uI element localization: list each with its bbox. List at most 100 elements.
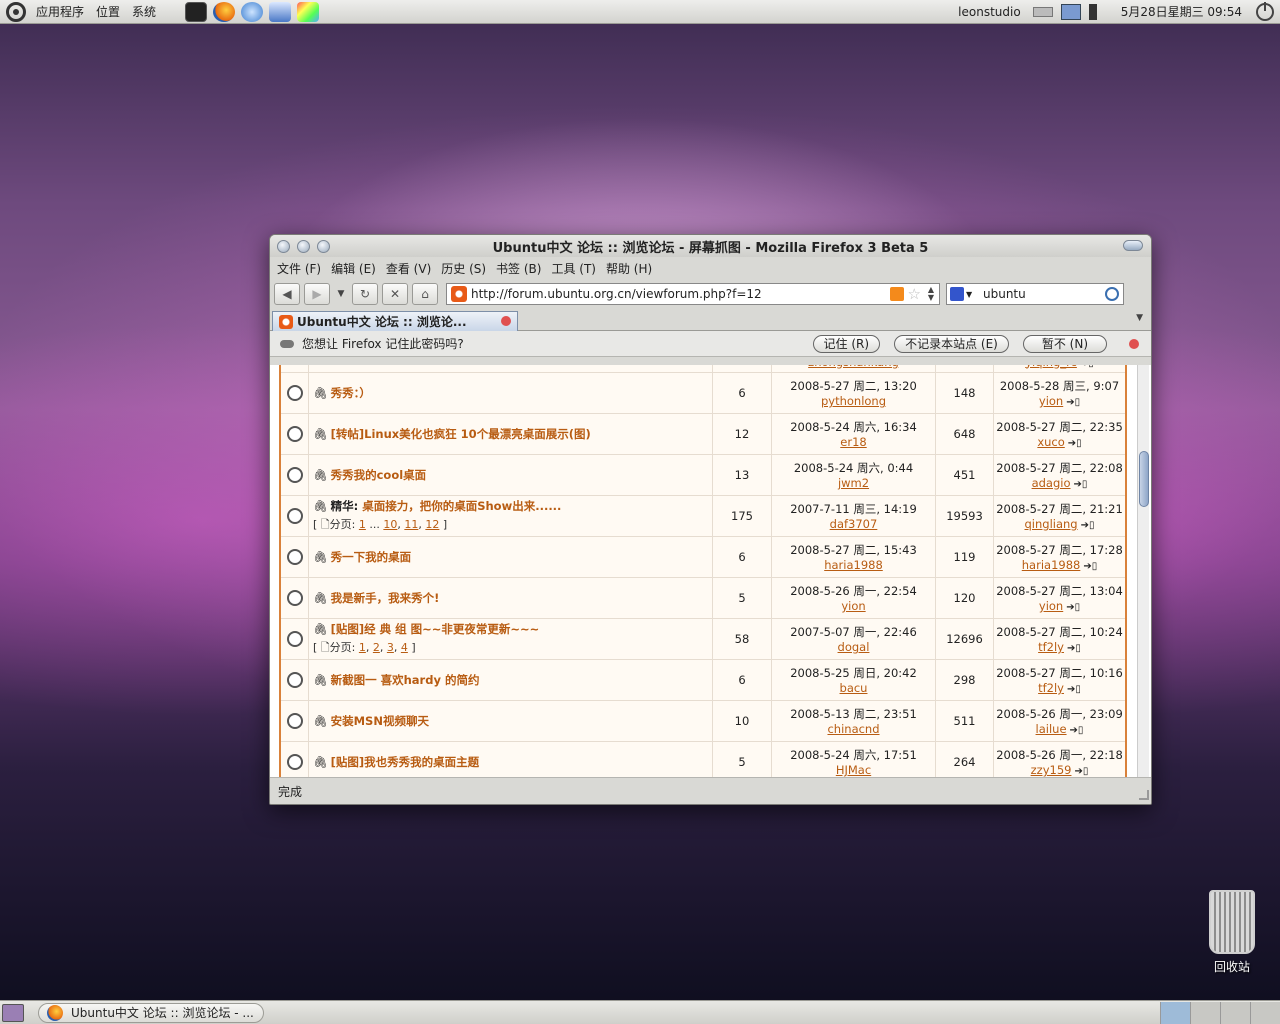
- last-poster-link[interactable]: lailue: [1036, 722, 1067, 736]
- workspace-switcher[interactable]: [1160, 1001, 1280, 1024]
- author-link[interactable]: dogal: [838, 640, 870, 654]
- stop-button[interactable]: ✕: [382, 283, 408, 305]
- vertical-scrollbar[interactable]: [1137, 365, 1149, 779]
- topic-link[interactable]: [贴图]我也秀秀我的桌面主题: [331, 755, 480, 769]
- page-link[interactable]: 4: [401, 641, 408, 654]
- color-icon[interactable]: [297, 1, 320, 22]
- url-bar[interactable]: http://forum.ubuntu.org.cn/viewforum.php…: [446, 283, 940, 305]
- author-link[interactable]: jwm2: [838, 476, 869, 490]
- taskbar-firefox-button[interactable]: Ubuntu中文 论坛 :: 浏览论坛 - ...: [38, 1002, 264, 1023]
- url-dropdown-icon[interactable]: ▲ ▼: [925, 286, 937, 302]
- last-poster-link[interactable]: yion: [1039, 394, 1063, 408]
- page-link[interactable]: 3: [387, 641, 394, 654]
- page-link[interactable]: 11: [404, 518, 418, 531]
- topic-link[interactable]: 秀秀我的cool桌面: [331, 468, 427, 482]
- goto-last-post-icon[interactable]: ➔▯: [1080, 365, 1094, 369]
- last-poster-link[interactable]: tf2ly: [1038, 640, 1064, 654]
- tab-forum[interactable]: Ubuntu中文 论坛 :: 浏览论...: [272, 311, 518, 331]
- home-button[interactable]: ⌂: [412, 283, 438, 305]
- goto-last-post-icon[interactable]: ➔▯: [1066, 602, 1080, 613]
- clock[interactable]: 5月28日星期三 09:54: [1121, 3, 1242, 20]
- show-desktop-icon[interactable]: [2, 1003, 24, 1022]
- last-poster-link[interactable]: qingliang: [1025, 517, 1078, 531]
- page-link[interactable]: 2: [373, 641, 380, 654]
- topic-link[interactable]: 新截图一 喜欢hardy 的简约: [331, 673, 480, 687]
- author-link[interactable]: pythonlong: [821, 394, 886, 408]
- power-icon[interactable]: [1256, 1, 1274, 21]
- last-poster-link[interactable]: zzy159: [1031, 763, 1072, 777]
- goto-last-post-icon[interactable]: ➔▯: [1070, 725, 1084, 736]
- goto-last-post-icon[interactable]: ➔▯: [1074, 479, 1088, 490]
- menu-bookmarks[interactable]: 书签 (B): [491, 260, 546, 277]
- toolbar-toggle-icon[interactable]: [1123, 240, 1143, 251]
- author-link[interactable]: chinacnd: [827, 722, 879, 736]
- page-link[interactable]: 12: [425, 518, 439, 531]
- forward-button[interactable]: ▶: [304, 283, 330, 305]
- search-bar[interactable]: ▼ ubuntu: [946, 283, 1124, 305]
- rss-feed-icon[interactable]: [889, 287, 904, 301]
- menu-history[interactable]: 历史 (S): [436, 260, 491, 277]
- last-poster-link[interactable]: xuco: [1037, 435, 1064, 449]
- author-link[interactable]: bacu: [840, 681, 868, 695]
- goto-last-post-icon[interactable]: ➔▯: [1067, 643, 1081, 654]
- url-text[interactable]: http://forum.ubuntu.org.cn/viewforum.php…: [471, 287, 890, 301]
- workspace-1[interactable]: [1160, 1001, 1190, 1024]
- menu-help[interactable]: 帮助 (H): [601, 260, 657, 277]
- goto-last-post-icon[interactable]: ➔▯: [1083, 561, 1097, 572]
- page-link[interactable]: 1: [359, 641, 366, 654]
- author-link[interactable]: yion: [841, 599, 865, 613]
- menu-applications[interactable]: 应用程序: [30, 3, 90, 20]
- author-link[interactable]: daf3707: [830, 517, 878, 531]
- ubuntu-logo-icon[interactable]: [6, 1, 26, 22]
- notification-close-icon[interactable]: [1129, 338, 1139, 349]
- page-link[interactable]: 10: [383, 518, 397, 531]
- volume-icon[interactable]: [1088, 3, 1109, 20]
- topic-link[interactable]: 安装MSN视频聊天: [331, 714, 429, 728]
- resize-grip-icon[interactable]: [1139, 790, 1149, 800]
- topic-link[interactable]: 桌面接力，把你的桌面Show出来......: [362, 499, 561, 513]
- last-poster-link[interactable]: tf2ly: [1038, 681, 1064, 695]
- menu-file[interactable]: 文件 (F): [272, 260, 326, 277]
- goto-last-post-icon[interactable]: ➔▯: [1074, 766, 1088, 777]
- workspace-3[interactable]: [1220, 1001, 1250, 1024]
- menu-edit[interactable]: 编辑 (E): [326, 260, 381, 277]
- page-link[interactable]: 1: [359, 518, 366, 531]
- search-input[interactable]: ubuntu: [979, 287, 1105, 301]
- terminal-icon[interactable]: [185, 1, 208, 22]
- topic-link[interactable]: [转帖]Linux美化也疯狂 10个最漂亮桌面展示(图): [331, 427, 591, 441]
- menu-system[interactable]: 系统: [126, 3, 162, 20]
- not-now-button[interactable]: 暂不 (N): [1022, 334, 1107, 353]
- last-poster-link[interactable]: haria1988: [1022, 558, 1081, 572]
- topic-link[interactable]: [贴图]经 典 组 图~~非更夜常更新~~~: [331, 622, 540, 636]
- remember-button[interactable]: 记住 (R): [812, 334, 881, 353]
- tab-list-icon[interactable]: ▼: [1136, 313, 1143, 323]
- last-poster-link[interactable]: yiqing_rc: [1025, 365, 1077, 369]
- reload-button[interactable]: ↻: [352, 283, 378, 305]
- network-icon[interactable]: [1060, 3, 1081, 20]
- workspace-4[interactable]: [1250, 1001, 1280, 1024]
- last-poster-link[interactable]: adagio: [1032, 476, 1071, 490]
- author-link[interactable]: haria1988: [824, 558, 883, 572]
- author-link[interactable]: zhongshankang: [808, 365, 899, 369]
- last-poster-link[interactable]: yion: [1039, 599, 1063, 613]
- topic-link[interactable]: 我是新手，我来秀个!: [331, 591, 440, 605]
- trash-desktop-icon[interactable]: 回收站: [1200, 890, 1264, 975]
- goto-last-post-icon[interactable]: ➔▯: [1068, 438, 1082, 449]
- back-button[interactable]: ◀: [274, 283, 300, 305]
- goto-last-post-icon[interactable]: ➔▯: [1081, 520, 1095, 531]
- search-engine-selector[interactable]: ▼: [947, 285, 979, 303]
- history-dropdown-icon[interactable]: ▼: [334, 289, 348, 299]
- workspace-2[interactable]: [1190, 1001, 1220, 1024]
- search-icon[interactable]: [1105, 287, 1119, 301]
- chat-icon[interactable]: [241, 1, 264, 22]
- scrollbar-thumb[interactable]: [1139, 451, 1149, 507]
- author-link[interactable]: HJMac: [836, 763, 871, 777]
- window-titlebar[interactable]: Ubuntu中文 论坛 :: 浏览论坛 - 屏幕抓图 - Mozilla Fir…: [270, 235, 1151, 257]
- firefox-icon[interactable]: [213, 1, 236, 22]
- menu-view[interactable]: 查看 (V): [381, 260, 436, 277]
- scratch-icon[interactable]: [269, 1, 292, 22]
- menu-tools[interactable]: 工具 (T): [546, 260, 601, 277]
- topic-link[interactable]: 秀秀：）: [331, 386, 371, 400]
- keyboard-icon[interactable]: [1032, 6, 1053, 17]
- tab-close-icon[interactable]: [501, 316, 511, 326]
